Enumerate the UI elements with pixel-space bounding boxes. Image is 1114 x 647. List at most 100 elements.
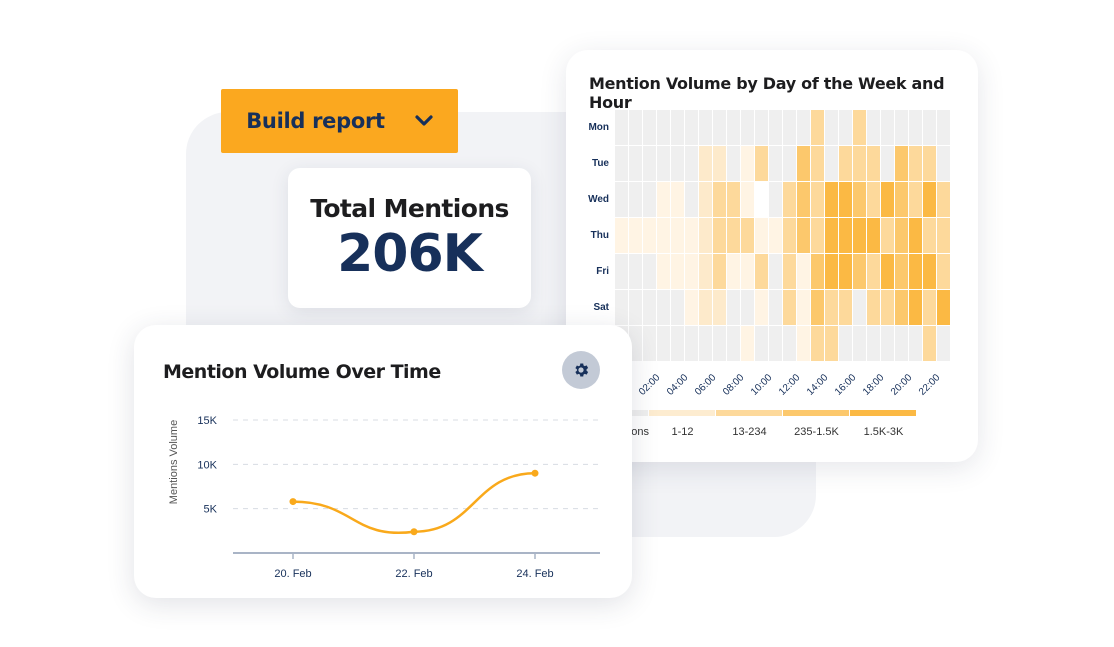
heatmap-cell [713,254,726,289]
heatmap-cell [881,326,894,361]
day-label: Wed [588,194,609,205]
heatmap-cell [699,254,712,289]
heatmap-cell [741,182,754,217]
heatmap-cell [699,326,712,361]
heatmap-cell [811,290,824,325]
heatmap-cell [769,326,782,361]
heatmap-cell [923,218,936,253]
hour-label: 18:00 [861,372,887,398]
legend-swatch [783,410,849,416]
heatmap-cell [839,290,852,325]
heatmap-title: Mention Volume by Day of the Week and Ho… [589,74,945,112]
heatmap-cell [643,326,656,361]
heatmap-cell [853,146,866,181]
heatmap-cell [909,254,922,289]
heatmap-cell [685,182,698,217]
heatmap-cell [657,290,670,325]
heatmap-cell [811,254,824,289]
heatmap-cell [699,110,712,145]
heatmap-cell [671,290,684,325]
heatmap-cell [769,182,782,217]
hour-label: 06:00 [693,372,719,398]
heatmap-cell [685,146,698,181]
heatmap-cell [909,110,922,145]
heatmap-cell [685,254,698,289]
heatmap-cell [671,146,684,181]
heatmap-cell [783,290,796,325]
heatmap-cell [657,110,670,145]
heatmap-cell [797,110,810,145]
heatmap-cell [657,254,670,289]
heatmap-cell [615,254,628,289]
heatmap-cell [671,254,684,289]
heatmap-cell [657,146,670,181]
heatmap-cell [769,290,782,325]
heatmap-cell [643,182,656,217]
heatmap-cell [755,146,768,181]
day-label: Mon [588,122,609,133]
data-point [410,528,418,536]
heatmap-cell [783,182,796,217]
build-report-button[interactable]: Build report [221,89,458,153]
heatmap-cell [783,326,796,361]
x-tick-label: 22. Feb [395,568,432,580]
heatmap-cell [699,290,712,325]
heatmap-cell [713,218,726,253]
heatmap-cell [853,218,866,253]
heatmap-cell [881,254,894,289]
heatmap-cell [629,218,642,253]
hour-label: 12:00 [777,372,803,398]
heatmap-cell [713,290,726,325]
hour-label: 22:00 [917,372,943,398]
heatmap-cell [741,254,754,289]
heatmap-cell [937,110,950,145]
heatmap-cell [671,110,684,145]
heatmap-cell [867,290,880,325]
heatmap-cell [853,254,866,289]
heatmap-cell [825,218,838,253]
heatmap-cell [685,110,698,145]
heatmap-cell [657,218,670,253]
heatmap-cell [881,146,894,181]
total-mentions-card: Total Mentions 206K [288,168,531,308]
hour-label: 20:00 [889,372,915,398]
heatmap-cell [727,254,740,289]
heatmap-cell [755,326,768,361]
heatmap-cell [923,254,936,289]
heatmap-cell [713,110,726,145]
data-point [289,498,297,506]
heatmap-cell [615,146,628,181]
heatmap-cell [839,326,852,361]
heatmap-cell [755,110,768,145]
heatmap-cell [881,182,894,217]
heatmap-cell [727,218,740,253]
heatmap-cell [937,218,950,253]
heatmap-cell [923,182,936,217]
heatmap-cell [629,182,642,217]
heatmap-cell [783,146,796,181]
kpi-value: 206K [337,224,483,284]
heatmap-cell [629,110,642,145]
heatmap-cell [615,182,628,217]
heatmap-cell [671,218,684,253]
heatmap-cell [923,146,936,181]
legend-label: 235-1.5K [794,426,839,438]
heatmap-cell [685,290,698,325]
day-label: Fri [596,266,609,277]
heatmap-cell [657,326,670,361]
heatmap-cell [713,182,726,217]
heatmap-cell [769,110,782,145]
heatmap-cell [797,218,810,253]
heatmap-cell [643,146,656,181]
heatmap-cell [881,290,894,325]
heatmap-cell [755,254,768,289]
heatmap-cell [867,146,880,181]
legend-swatch [649,410,715,416]
heatmap-cell [853,326,866,361]
heatmap-cell [615,110,628,145]
x-tick-label: 20. Feb [274,568,311,580]
legend-swatch [850,410,916,416]
heatmap-cell [867,254,880,289]
heatmap-cell [895,254,908,289]
heatmap-cell [783,254,796,289]
